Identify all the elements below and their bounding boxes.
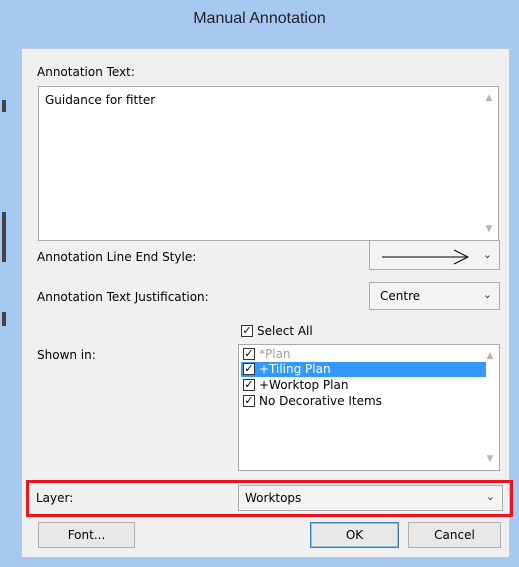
background-edge-mark — [2, 100, 6, 112]
manual-annotation-dialog: Manual Annotation Annotation Text: Guida… — [0, 0, 519, 567]
scroll-up-icon[interactable]: ▲ — [484, 351, 496, 361]
list-item-label: +Worktop Plan — [259, 378, 349, 392]
annotation-text-input[interactable]: Guidance for fitter ▲ ▼ — [38, 86, 499, 241]
item-checkbox[interactable]: ✓ — [243, 348, 255, 360]
scroll-down-icon[interactable]: ▼ — [484, 454, 496, 464]
shown-in-list[interactable]: ✓ *Plan ✓ +Tiling Plan ✓ +Worktop Plan ✓… — [238, 344, 500, 471]
item-checkbox[interactable]: ✓ — [243, 379, 255, 391]
layer-label: Layer: — [36, 491, 74, 505]
text-justification-dropdown[interactable]: Centre ⌄ — [369, 282, 500, 310]
line-end-style-dropdown[interactable]: ⌄ — [369, 240, 500, 270]
text-justification-value: Centre — [380, 289, 421, 303]
list-item-label: *Plan — [259, 347, 291, 361]
shown-in-label: Shown in: — [37, 348, 96, 362]
list-item-label: No Decorative Items — [259, 394, 382, 408]
text-justification-label: Annotation Text Justification: — [37, 290, 209, 304]
scroll-up-icon[interactable]: ▲ — [483, 93, 495, 103]
layer-value: Worktops — [245, 491, 302, 505]
list-item[interactable]: ✓ No Decorative Items — [241, 394, 486, 409]
select-all-checkbox[interactable]: ✓ — [241, 325, 253, 337]
cancel-button[interactable]: Cancel — [408, 522, 501, 548]
font-button[interactable]: Font... — [38, 522, 135, 548]
ok-button[interactable]: OK — [310, 522, 399, 548]
scroll-down-icon[interactable]: ▼ — [483, 224, 495, 234]
item-checkbox[interactable]: ✓ — [243, 395, 255, 407]
chevron-down-icon: ⌄ — [482, 288, 492, 301]
dialog-title: Manual Annotation — [193, 10, 326, 27]
select-all-label: Select All — [257, 324, 313, 338]
background-edge-mark — [2, 312, 6, 326]
background-edge-mark — [2, 212, 6, 262]
line-end-style-label: Annotation Line End Style: — [37, 250, 197, 264]
list-item[interactable]: ✓ *Plan — [241, 347, 486, 362]
list-item-label: +Tiling Plan — [259, 362, 331, 376]
item-checkbox[interactable]: ✓ — [243, 363, 255, 375]
list-item[interactable]: ✓ +Tiling Plan — [241, 362, 486, 377]
list-item[interactable]: ✓ +Worktop Plan — [241, 378, 486, 393]
layer-dropdown[interactable]: Worktops ⌄ — [238, 485, 503, 511]
arrow-right-line-icon — [382, 249, 470, 265]
chevron-down-icon: ⌄ — [485, 490, 495, 503]
annotation-text-value: Guidance for fitter — [45, 93, 156, 107]
annotation-text-label: Annotation Text: — [37, 65, 135, 79]
chevron-down-icon: ⌄ — [482, 248, 492, 261]
dialog-client-area: Annotation Text: Guidance for fitter ▲ ▼… — [21, 48, 513, 558]
